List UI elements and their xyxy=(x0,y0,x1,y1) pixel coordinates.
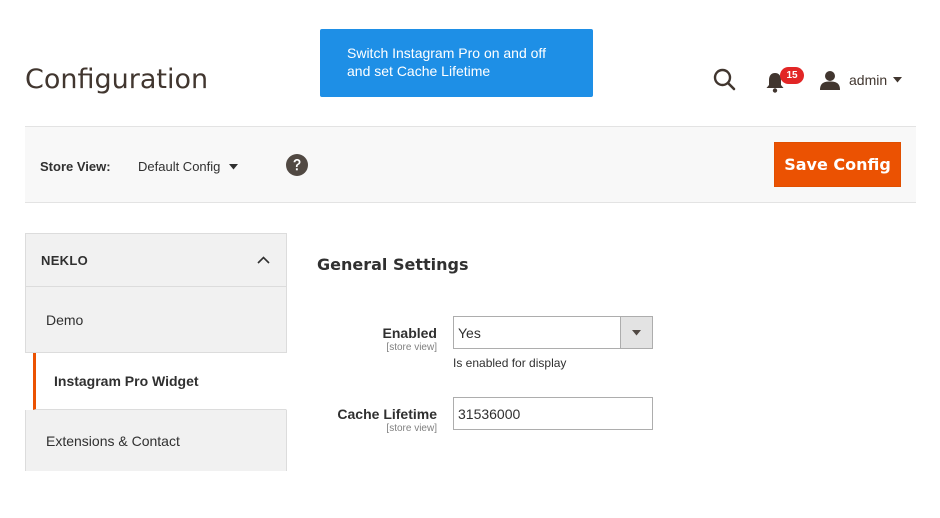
chevron-up-icon xyxy=(257,256,270,264)
enabled-select-arrow[interactable] xyxy=(620,317,652,348)
tooltip-banner: Switch Instagram Pro on and off and set … xyxy=(320,29,593,97)
enabled-scope: [store view] xyxy=(386,342,437,353)
search-button[interactable] xyxy=(712,67,738,93)
cache-lifetime-input[interactable] xyxy=(453,397,653,430)
header-actions: 15 admin xyxy=(700,62,910,96)
section-title: General Settings xyxy=(317,255,469,274)
search-icon xyxy=(713,68,736,91)
enabled-select[interactable]: Yes xyxy=(453,316,653,349)
page-title: Configuration xyxy=(25,64,209,95)
enabled-note: Is enabled for display xyxy=(453,356,567,370)
save-config-button[interactable]: Save Config xyxy=(774,142,901,187)
caret-down-icon xyxy=(229,163,239,169)
user-menu-button[interactable]: admin xyxy=(820,67,903,93)
store-view-toolbar: Store View: Default Config Save Config xyxy=(25,126,916,203)
sidebar-item-label: Instagram Pro Widget xyxy=(54,373,199,389)
store-view-label: Store View: xyxy=(40,159,111,174)
help-button[interactable] xyxy=(286,154,308,176)
store-view-value: Default Config xyxy=(138,159,221,174)
cache-lifetime-label: Cache Lifetime xyxy=(337,406,437,422)
notification-count-badge: 15 xyxy=(780,67,804,84)
sidebar-group-neklo[interactable]: NEKLO xyxy=(25,233,287,287)
cache-lifetime-scope: [store view] xyxy=(386,423,437,434)
caret-down-icon xyxy=(632,329,641,335)
user-name: admin xyxy=(849,72,888,88)
question-circle-icon xyxy=(286,154,308,176)
enabled-label: Enabled xyxy=(382,325,437,341)
tooltip-text: Switch Instagram Pro on and off and set … xyxy=(347,45,546,79)
store-view-switcher[interactable]: Default Config xyxy=(138,159,239,174)
user-icon xyxy=(820,71,840,90)
sidebar-item-label: Demo xyxy=(46,311,84,328)
enabled-select-value: Yes xyxy=(458,325,481,341)
sidebar-group-title: NEKLO xyxy=(41,252,88,268)
sidebar-item-instagram-pro-widget[interactable]: Instagram Pro Widget xyxy=(33,353,287,410)
caret-down-icon xyxy=(893,77,903,83)
notifications-button[interactable]: 15 xyxy=(764,67,804,95)
sidebar-item-label: Extensions & Contact xyxy=(46,432,180,449)
